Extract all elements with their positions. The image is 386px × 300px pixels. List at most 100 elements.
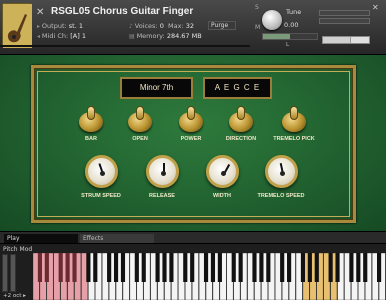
black-key[interactable]	[231, 253, 236, 282]
octave-selector[interactable]: +2 oct ▸	[3, 293, 26, 299]
gauge-label: TREMELO SPEED	[257, 193, 305, 199]
pan-fill	[323, 37, 351, 43]
black-key[interactable]	[328, 253, 333, 282]
black-key[interactable]	[44, 253, 49, 282]
instrument-panel: Minor 7th A E G C E BAR OPEN POWER DIRECTIO…	[0, 55, 386, 231]
black-key[interactable]	[363, 253, 368, 282]
close-icon[interactable]: ✕	[36, 8, 46, 18]
black-key[interactable]	[259, 253, 264, 282]
gauge-hub	[100, 171, 105, 176]
black-key[interactable]	[190, 253, 195, 282]
gauge-hub	[161, 171, 166, 176]
black-key[interactable]	[203, 253, 209, 282]
black-key[interactable]	[217, 253, 222, 282]
gauge-label: STRUM SPEED	[81, 193, 121, 199]
toggle-label: OPEN	[132, 136, 148, 142]
black-key[interactable]	[287, 253, 292, 282]
midi-channel-selector[interactable]: ◂ Midi Ch: [A] 1	[37, 32, 86, 40]
memory-value: 284.67 MB	[166, 32, 202, 40]
toggle-switch-open[interactable]	[127, 106, 153, 134]
mute-button[interactable]: M	[255, 24, 263, 32]
max-label: Max:	[168, 22, 184, 30]
black-key[interactable]	[37, 253, 42, 282]
gauge-knob-tremelo-speed[interactable]	[265, 155, 298, 188]
toggle-switch-direction[interactable]	[228, 106, 254, 134]
tune-label: Tune	[286, 8, 302, 16]
toggle-switch-bar[interactable]	[78, 106, 104, 134]
gauge-knob-width[interactable]	[206, 155, 239, 188]
black-key[interactable]	[183, 253, 188, 282]
volume-slider[interactable]	[262, 33, 318, 40]
black-key[interactable]	[300, 253, 306, 282]
memory-icon: ▤	[129, 33, 137, 40]
black-key[interactable]	[314, 253, 319, 282]
black-key[interactable]	[307, 253, 312, 282]
black-key[interactable]	[266, 253, 271, 282]
black-key[interactable]	[113, 253, 119, 282]
black-key[interactable]	[65, 253, 70, 282]
black-key[interactable]	[141, 253, 146, 282]
toggle-switch-power[interactable]	[178, 106, 204, 134]
piano-keyboard[interactable]	[33, 253, 386, 300]
output-selector[interactable]: ▸ Output: st. 1	[37, 22, 83, 30]
midi-value: [A] 1	[70, 32, 86, 40]
toggle-label: POWER	[180, 136, 202, 142]
black-key[interactable]	[356, 253, 361, 282]
keyboard-area: Pitch Mod +2 oct ▸	[0, 244, 386, 300]
gauge-knob-strum-speed[interactable]	[85, 155, 118, 188]
pitch-mod-label: Pitch Mod	[3, 246, 33, 253]
voices-readout: ♪ Voices: 0	[129, 22, 164, 30]
toggle-lever	[87, 106, 95, 120]
voices-label: Voices:	[134, 22, 158, 30]
black-key[interactable]	[238, 253, 243, 282]
chord-display[interactable]: Minor 7th	[120, 77, 193, 99]
pan-label: L	[286, 42, 290, 48]
purge-button[interactable]: Purge	[208, 21, 236, 30]
toggle-lever	[237, 106, 245, 120]
solo-button[interactable]: S	[255, 4, 263, 12]
output-value: st. 1	[68, 22, 83, 30]
tune-knob[interactable]	[262, 10, 282, 30]
black-key[interactable]	[280, 253, 285, 282]
instrument-name[interactable]: RSGL05 Chorus Guitar Finger	[51, 6, 251, 17]
black-key[interactable]	[210, 253, 216, 282]
black-key[interactable]	[107, 253, 112, 282]
level-meter-left	[319, 10, 370, 16]
gauge-knob-release[interactable]	[146, 155, 179, 188]
black-key[interactable]	[72, 253, 77, 282]
instrument-header: ✕ RSGL05 Chorus Guitar Finger ▸ Output: …	[0, 0, 386, 55]
toggle-switch-tremelo-pick[interactable]	[281, 106, 307, 134]
max-voices[interactable]: Max: 32	[168, 22, 194, 30]
black-key[interactable]	[169, 253, 174, 282]
pan-slider[interactable]	[322, 36, 370, 44]
black-key[interactable]	[120, 253, 126, 282]
black-key[interactable]	[377, 253, 382, 282]
black-key[interactable]	[349, 253, 354, 282]
notes-display: A E G C E	[203, 77, 272, 99]
guitar-icon	[2, 3, 32, 48]
header-divider	[0, 45, 250, 47]
midi-label: Midi Ch:	[41, 32, 69, 40]
tab-bar: Play Effects	[0, 231, 386, 244]
memory-readout: ▤ Memory: 284.67 MB	[129, 32, 202, 40]
black-key[interactable]	[134, 253, 139, 282]
toggle-lever	[290, 106, 298, 120]
toggle-label: TREMELO PICK	[273, 136, 315, 142]
tab-play[interactable]: Play	[4, 234, 78, 243]
black-key[interactable]	[155, 253, 160, 282]
tab-effects[interactable]: Effects	[80, 234, 154, 243]
remove-instrument-icon[interactable]: ✕	[372, 3, 379, 12]
black-key[interactable]	[335, 253, 340, 282]
black-key[interactable]	[252, 253, 257, 282]
black-key[interactable]	[93, 253, 98, 282]
pitch-wheel[interactable]	[2, 254, 8, 292]
memory-label: Memory:	[136, 32, 165, 40]
black-key[interactable]	[162, 253, 167, 282]
volume-fill	[263, 34, 290, 39]
mod-wheel[interactable]	[10, 254, 16, 292]
black-key[interactable]	[86, 253, 91, 282]
toggle-lever	[136, 106, 144, 120]
gauge-hub	[221, 171, 226, 176]
black-key[interactable]	[58, 253, 63, 282]
toggle-label: BAR	[85, 136, 97, 142]
